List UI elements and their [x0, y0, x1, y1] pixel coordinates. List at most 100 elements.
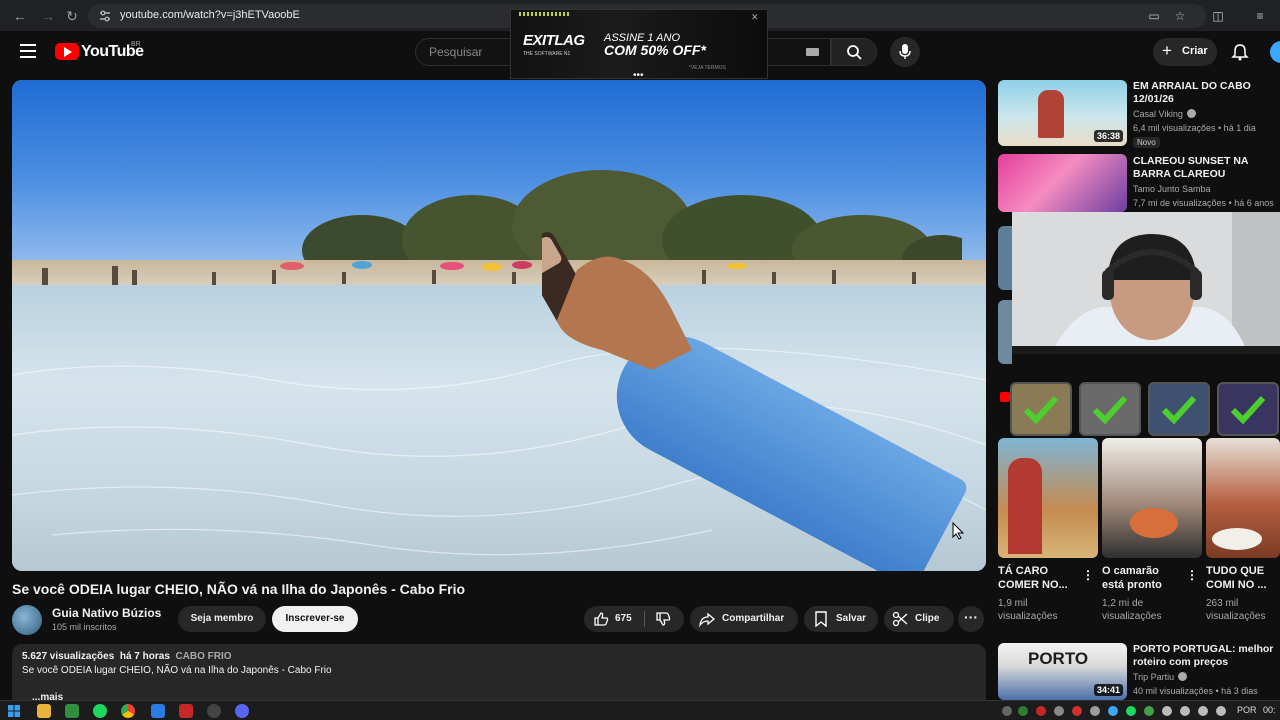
thumbnail-plate — [1212, 528, 1262, 550]
thumbnail-figure — [1008, 458, 1042, 554]
location-tag[interactable]: CABO FRIO — [175, 651, 231, 662]
short-views: 263 mil visualizações — [1206, 598, 1266, 622]
green-check-icon — [1092, 395, 1128, 425]
keyboard-icon[interactable] — [806, 48, 819, 56]
video-frame-hand — [542, 232, 692, 370]
ad-brand: EXITLAG — [523, 32, 585, 49]
browser-menu-icon[interactable]: ≡ — [1252, 8, 1268, 24]
battery-tray-icon[interactable] — [1216, 706, 1226, 716]
video-player[interactable] — [12, 80, 986, 571]
account-avatar[interactable] — [1270, 41, 1280, 63]
recommendation-title[interactable]: EM ARRAIAL DO CABO 12/01/26 — [1133, 80, 1280, 106]
file-explorer-icon[interactable] — [37, 704, 51, 718]
menu-icon[interactable] — [20, 44, 36, 58]
recommendation-title[interactable]: PORTO PORTUGAL: melhor roteiro com preço… — [1133, 643, 1280, 669]
stream-overlay-checklist — [1010, 382, 1280, 436]
join-member-button[interactable]: Seja membro — [178, 606, 266, 632]
like-dislike-group: 675 — [584, 606, 684, 632]
checkmark-tile — [1148, 382, 1210, 436]
save-label: Salvar — [836, 613, 867, 624]
search-icon — [847, 45, 862, 60]
short-title[interactable]: O camarão está pronto — [1102, 564, 1182, 592]
save-button[interactable]: Salvar — [804, 606, 878, 632]
checkmark-tile — [1010, 382, 1072, 436]
recommendation-thumbnail-partial[interactable] — [998, 226, 1012, 290]
keyboard-language[interactable]: POR — [1237, 705, 1257, 715]
voice-search-button[interactable] — [890, 37, 920, 67]
green-check-icon — [1023, 395, 1059, 425]
url-text[interactable]: youtube.com/watch?v=j3hETVaoobE — [120, 9, 300, 21]
app-icon[interactable] — [179, 704, 193, 718]
recommendation-channel[interactable]: Casal Viking — [1133, 109, 1196, 119]
obs-icon[interactable] — [207, 704, 221, 718]
youtube-logo-icon[interactable] — [55, 43, 79, 60]
tray-icon[interactable] — [1036, 706, 1046, 716]
share-label: Compartilhar — [722, 613, 785, 624]
extensions-icon[interactable]: ◫ — [1210, 8, 1226, 24]
thumbnail-figure — [1038, 90, 1064, 138]
tray-icon[interactable] — [1108, 706, 1118, 716]
tray-icon[interactable] — [1054, 706, 1064, 716]
tray-icon[interactable] — [1090, 706, 1100, 716]
thumbnail-text: PORTO — [1028, 649, 1089, 668]
like-thumb-icon[interactable] — [593, 611, 609, 627]
clip-button[interactable]: Clipe — [884, 606, 954, 632]
video-duration: 34:41 — [1093, 684, 1123, 696]
tray-icon[interactable] — [1018, 706, 1028, 716]
network-tray-icon[interactable] — [1180, 706, 1190, 716]
share-arrow-icon — [699, 612, 715, 627]
tray-icon[interactable] — [1126, 706, 1136, 716]
chrome-icon[interactable] — [121, 704, 135, 718]
channel-name[interactable]: Guia Nativo Búzios — [52, 606, 161, 620]
channel-avatar[interactable] — [12, 605, 42, 635]
short-thumbnail[interactable] — [998, 438, 1098, 558]
recommendation-channel[interactable]: Tamo Junto Samba — [1133, 184, 1211, 194]
exitlag-ad-banner[interactable]: ✕ EXITLAG THE SOFTWARE N1 ASSINE 1 ANO C… — [510, 9, 768, 81]
short-options-icon[interactable]: ⋮ — [1082, 568, 1094, 582]
verified-badge-icon — [1186, 109, 1196, 118]
ad-brand-subtitle: THE SOFTWARE N1 — [523, 51, 571, 57]
short-thumbnail[interactable] — [1102, 438, 1202, 558]
short-title[interactable]: TUDO QUE COMI NO ... — [1206, 564, 1280, 592]
video-title: Se você ODEIA lugar CHEIO, NÃO vá na Ilh… — [12, 581, 466, 597]
back-arrow-icon[interactable]: ← — [12, 8, 28, 24]
ad-close-icon[interactable]: ✕ — [751, 12, 759, 23]
spotify-icon[interactable] — [93, 704, 107, 718]
windows-start-icon[interactable] — [8, 705, 20, 717]
recommendation-channel[interactable]: Trip Partiu — [1133, 672, 1188, 682]
recommendation-thumbnail-partial[interactable] — [998, 300, 1012, 364]
recommendation-thumbnail[interactable]: PORTO 34:41 — [998, 643, 1127, 700]
system-clock[interactable]: 00: — [1263, 705, 1276, 715]
search-button[interactable] — [831, 38, 877, 66]
subscribe-button[interactable]: Inscrever-se — [272, 606, 358, 632]
tray-icon[interactable] — [1002, 706, 1012, 716]
site-info-icon[interactable] — [98, 9, 112, 23]
tray-icon[interactable] — [1072, 706, 1082, 716]
bookmark-star-icon[interactable]: ☆ — [1172, 8, 1188, 24]
notifications-bell-icon[interactable] — [1231, 43, 1249, 61]
more-actions-icon[interactable]: ··· — [958, 606, 984, 632]
recommendation-title[interactable]: CLAREOU SUNSET NA BARRA CLAREOU — [1133, 155, 1280, 181]
description-stats: 5.627 visualizações há 7 horas CABO FRIO — [22, 651, 232, 662]
share-button[interactable]: Compartilhar — [690, 606, 798, 632]
forward-arrow-icon[interactable]: → — [40, 8, 56, 24]
dislike-thumb-icon[interactable] — [655, 611, 671, 627]
cast-icon[interactable]: ▭ — [1146, 8, 1162, 24]
description-text: Se você ODEIA lugar CHEIO, NÃO vá na Ilh… — [22, 665, 332, 676]
tray-icon[interactable] — [1144, 706, 1154, 716]
app-icon[interactable] — [151, 704, 165, 718]
ad-decoration — [519, 12, 569, 16]
short-title[interactable]: TÁ CARO COMER NO... — [998, 564, 1078, 592]
short-options-icon[interactable]: ⋮ — [1186, 568, 1198, 582]
app-icon[interactable] — [65, 704, 79, 718]
thumbnail-image — [998, 154, 1127, 212]
microphone-tray-icon[interactable] — [1162, 706, 1172, 716]
recommendation-thumbnail[interactable]: 36:38 — [998, 80, 1127, 146]
discord-icon[interactable] — [235, 704, 249, 718]
recommendation-thumbnail[interactable] — [998, 154, 1127, 212]
create-button[interactable]: + Criar — [1153, 38, 1217, 66]
volume-tray-icon[interactable] — [1198, 706, 1208, 716]
reload-icon[interactable]: ↻ — [64, 8, 80, 24]
short-thumbnail[interactable] — [1206, 438, 1280, 558]
like-count[interactable]: 675 — [615, 613, 632, 624]
